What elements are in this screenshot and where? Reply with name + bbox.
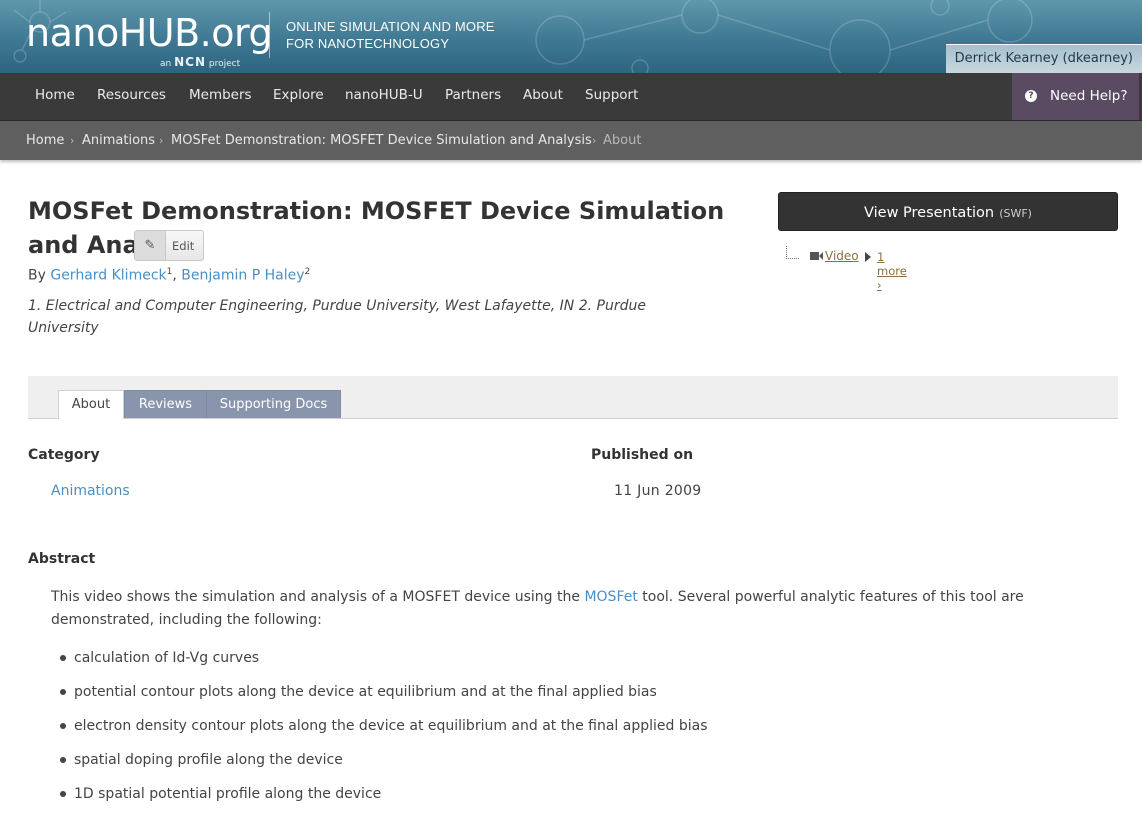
breadcrumb-animations[interactable]: Animations [82,133,155,148]
abstract-text: This video shows the simulation and anal… [51,586,1121,632]
question-icon: ? [1025,90,1037,102]
edit-label: Edit [172,239,195,253]
site-logo[interactable]: nanoHUB.org [26,10,273,56]
view-presentation-label: View Presentation [864,205,995,221]
presentation-format: (SWF) [999,207,1032,220]
ncn-logo: NCN [174,55,207,69]
tree-connector [786,246,799,259]
nav-partners[interactable]: Partners [445,87,501,103]
tagline-line-2: FOR NANOTECHNOLOGY [286,36,450,51]
nav-members[interactable]: Members [189,87,252,103]
by-label: By [28,267,46,284]
logo-sub-prefix: an [160,59,172,69]
breadcrumb-separator: › [592,134,597,147]
breadcrumb: Home › Animations › MOSFet Demonstration… [0,121,1142,160]
abstract-text-before: This video shows the simulation and anal… [51,589,585,605]
tab-supporting-docs[interactable]: Supporting Docs [206,390,341,418]
site-tagline: ONLINE SIMULATION AND MORE FOR NANOTECHN… [286,18,495,52]
published-label: Published on [591,447,694,463]
nav-about[interactable]: About [523,87,563,103]
breadcrumb-separator: › [159,134,164,147]
pencil-icon: ✎ [135,231,166,260]
view-presentation-button[interactable]: View Presentation (SWF) [778,192,1118,231]
user-box[interactable]: Derrick Kearney (dkearney) [946,44,1142,73]
breadcrumb-resource[interactable]: MOSFet Demonstration: MOSFET Device Simu… [171,133,592,148]
abstract-label: Abstract [28,551,96,567]
video-link[interactable]: Video [825,249,859,263]
list-item: spatial doping profile along the device [58,749,708,783]
list-item: calculation of Id-Vg curves [58,647,708,681]
need-help-button[interactable]: ? Need Help? [1012,73,1139,120]
affiliations: 1. Electrical and Computer Engineering, … [28,298,646,336]
author-affil-number: 1 [166,267,173,277]
nav-explore[interactable]: Explore [273,87,324,103]
logo-subtitle: an NCN project [160,55,240,69]
breadcrumb-current: About [603,133,642,148]
authors: By Gerhard Klimeck1, Benjamin P Haley2 [28,267,311,284]
tagline-line-1: ONLINE SIMULATION AND MORE [286,19,495,34]
published-date: 11 Jun 2009 [614,483,702,499]
breadcrumb-separator: › [70,134,75,147]
breadcrumb-home[interactable]: Home [26,133,64,148]
tab-reviews[interactable]: Reviews [124,390,207,418]
tab-about[interactable]: About [58,390,124,419]
video-camera-icon [810,252,823,260]
list-item: potential contour plots along the device… [58,681,708,715]
logo-sub-suffix: project [208,59,241,69]
list-item: 1D spatial potential profile along the d… [58,783,708,817]
author-link[interactable]: Benjamin P Haley [181,268,304,284]
author-link[interactable]: Gerhard Klimeck [50,268,166,284]
feature-list: calculation of Id-Vg curves potential co… [58,647,708,817]
resource-title: MOSFet Demonstration: MOSFET Device Simu… [28,197,725,259]
author-affil-number: 2 [304,267,311,277]
main-nav: Home Resources Members Explore nanoHUB-U… [0,73,1142,121]
nav-home[interactable]: Home [35,87,75,103]
site-header: nanoHUB.org an NCN project ONLINE SIMULA… [0,0,1142,73]
user-name-link[interactable]: Derrick Kearney (dkearney) [955,51,1133,66]
nav-resources[interactable]: Resources [97,87,166,103]
nav-support[interactable]: Support [585,87,638,103]
category-link[interactable]: Animations [51,483,130,499]
more-link[interactable]: 1 more › [877,250,907,292]
category-label: Category [28,447,100,463]
mosfet-tool-link[interactable]: MOSFet [584,589,637,605]
nav-nanohub-u[interactable]: nanoHUB-U [345,87,423,103]
list-item: electron density contour plots along the… [58,715,708,749]
header-divider [269,12,270,58]
tab-bar: About Reviews Supporting Docs [28,376,1118,419]
edit-button[interactable]: ✎ Edit [134,230,204,261]
triangle-right-icon[interactable] [865,252,871,262]
need-help-label: Need Help? [1050,88,1128,104]
